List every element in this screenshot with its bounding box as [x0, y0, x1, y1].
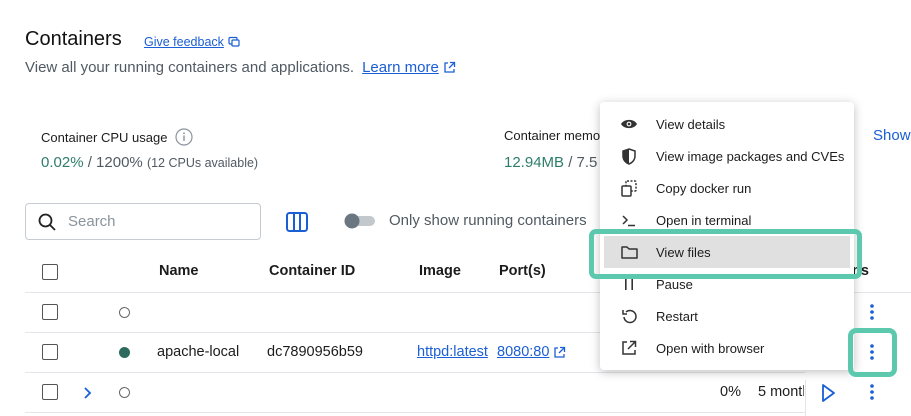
menu-item-label: Restart	[656, 308, 698, 324]
header-image[interactable]: Image	[419, 263, 461, 279]
search-icon	[38, 213, 56, 231]
row-name[interactable]: apache-local	[157, 344, 239, 360]
row-port-text: 8080:80	[497, 344, 550, 360]
give-feedback-label: Give feedback	[144, 35, 224, 49]
external-link-icon	[444, 61, 455, 73]
header-container-id[interactable]: Container ID	[269, 263, 355, 279]
header-ports[interactable]: Port(s)	[499, 263, 546, 279]
show-charts-link[interactable]: Show	[873, 127, 911, 144]
menu-item-copy-docker-run[interactable]: Copy docker run	[600, 172, 854, 204]
row-container-id: dc7890956b59	[267, 344, 363, 360]
copy-icon	[620, 179, 638, 197]
columns-icon[interactable]	[285, 210, 309, 234]
actions-column-divider	[805, 380, 806, 416]
memory-usage-label: Container memor	[504, 128, 604, 143]
menu-item-label: Copy docker run	[656, 180, 752, 196]
chevron-right-icon[interactable]	[82, 386, 92, 400]
eye-icon	[620, 115, 638, 133]
memory-usage-label-text: Container memor	[504, 128, 605, 143]
cpu-note: (12 CPUs available)	[146, 156, 259, 170]
terminal-icon	[620, 211, 638, 229]
give-feedback-link[interactable]: Give feedback	[144, 35, 240, 49]
memory-usage-value: 12.94MB / 7.5	[504, 154, 597, 171]
external-link-icon	[554, 346, 566, 358]
running-only-toggle[interactable]	[344, 213, 376, 229]
row-kebab-menu-icon[interactable]	[866, 302, 878, 322]
search-input[interactable]: Search	[25, 203, 261, 240]
row-kebab-menu-icon[interactable]	[866, 382, 878, 402]
menu-item-label: View image packages and CVEs	[656, 148, 845, 164]
shield-icon	[620, 147, 638, 165]
memory-usage-amount: 12.94MB	[504, 154, 565, 171]
subtitle-text: View all your running containers and app…	[25, 59, 355, 76]
row-image-link[interactable]: httpd:latest	[417, 344, 490, 360]
highlight-box	[589, 229, 862, 279]
highlight-box	[848, 328, 897, 377]
status-running-icon	[119, 347, 130, 358]
running-only-label: Only show running containers	[389, 212, 587, 229]
cpu-usage-total: / 1200%	[83, 154, 147, 171]
row-cpu: 0%	[720, 384, 741, 400]
info-icon[interactable]	[175, 128, 194, 146]
feedback-icon	[228, 36, 240, 47]
search-placeholder: Search	[68, 213, 116, 230]
play-icon[interactable]	[819, 383, 837, 403]
learn-more-link[interactable]: Learn more	[362, 59, 439, 76]
menu-item-open-with-browser[interactable]: Open with browser	[600, 332, 854, 364]
external-link-icon	[620, 339, 638, 357]
menu-item-label: Open in terminal	[656, 212, 752, 228]
restart-icon	[620, 307, 638, 325]
row-checkbox[interactable]	[42, 384, 58, 400]
menu-item-restart[interactable]: Restart	[600, 300, 854, 332]
cpu-usage-percent: 0.02%	[41, 154, 84, 171]
row-port-link[interactable]: 8080:80	[497, 344, 566, 360]
cpu-usage-value: 0.02% / 1200% (12 CPUs available)	[41, 154, 258, 171]
row-divider	[25, 412, 911, 413]
page-title: Containers	[25, 28, 122, 50]
row-checkbox[interactable]	[42, 344, 58, 360]
status-stopped-icon	[119, 307, 130, 318]
select-all-checkbox[interactable]	[42, 264, 58, 280]
memory-usage-total: / 7.5	[564, 154, 598, 171]
cpu-usage-label-text: Container CPU usage	[41, 129, 168, 145]
status-stopped-icon	[119, 387, 130, 398]
menu-item-view-details[interactable]: View details	[600, 108, 854, 140]
menu-item-label: View details	[656, 116, 726, 132]
header-name[interactable]: Name	[159, 263, 199, 279]
cpu-usage-label: Container CPU usage	[41, 128, 194, 146]
row-checkbox[interactable]	[42, 304, 58, 320]
row-divider	[25, 372, 911, 373]
menu-item-label: Open with browser	[656, 340, 765, 356]
menu-item-view-image-packages[interactable]: View image packages and CVEs	[600, 140, 854, 172]
row-last-started: 5 month	[758, 384, 804, 400]
page-subtitle: View all your running containers and app…	[25, 59, 456, 76]
